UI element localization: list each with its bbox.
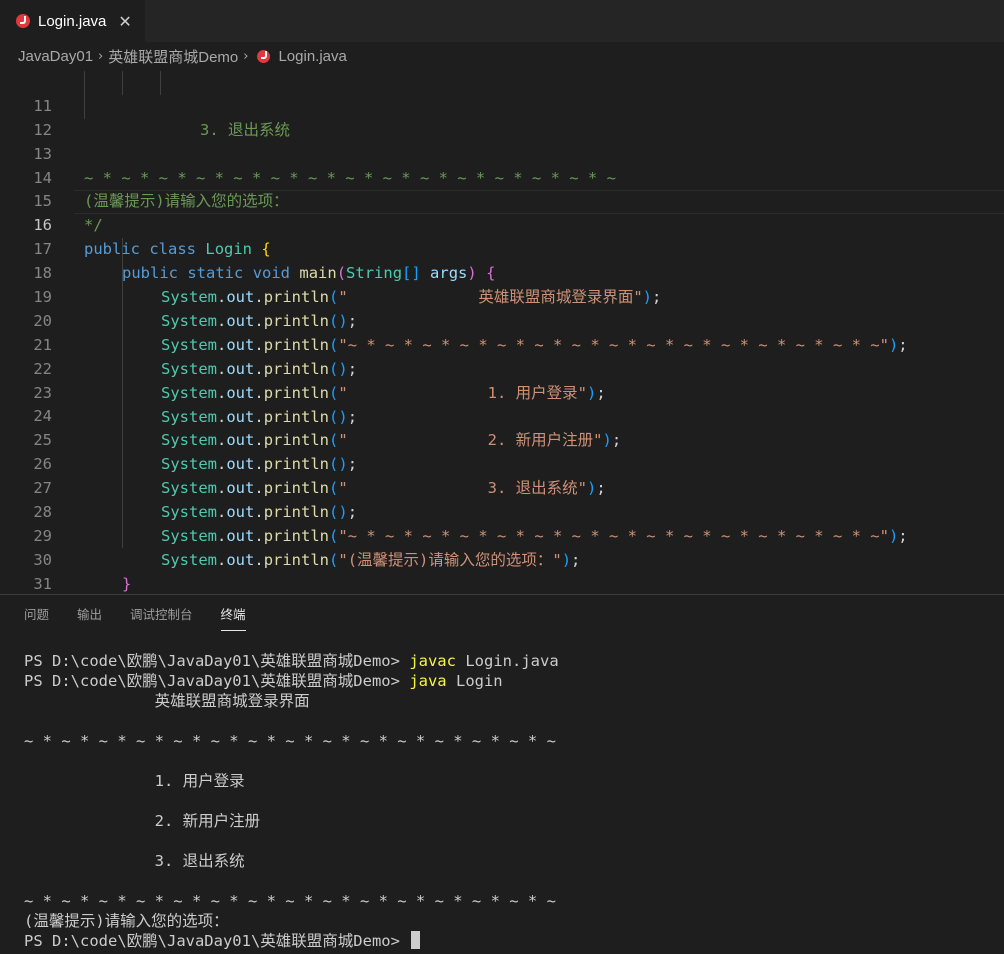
terminal-output-option: 1. 用户登录: [24, 772, 245, 790]
terminal-cursor: [411, 931, 421, 949]
terminal-blank: [24, 751, 559, 771]
code-line: 25 System.out.println();: [0, 405, 1004, 473]
code-line: 21 System.out.println();: [0, 310, 1004, 378]
terminal-line: PS D:\code\欧鹏\JavaDay01\英雄联盟商城Demo> java…: [24, 652, 559, 670]
java-file-icon: [257, 49, 271, 63]
code-line: 30 }: [0, 525, 1004, 593]
tab-label: Login.java: [38, 12, 107, 30]
code-line: 18 System.out.println(" 英雄联盟商城登录界面");: [0, 238, 1004, 306]
editor-tab-bar: Login.java ✕: [0, 0, 1004, 42]
code-line: 12: [0, 95, 1004, 139]
breadcrumb-item-javaday01[interactable]: JavaDay01: [18, 48, 93, 65]
chevron-right-icon: ›: [98, 48, 104, 64]
code-line: 13 ~ * ~ * ~ * ~ * ~ * ~ * ~ * ~ * ~ * ~…: [0, 119, 1004, 187]
code-line: 15 */: [0, 167, 1004, 234]
code-line: 27 System.out.println();: [0, 453, 1004, 521]
tab-login-java[interactable]: Login.java ✕: [0, 0, 145, 42]
code-line: 19 System.out.println();: [0, 262, 1004, 330]
code-line: 28 System.out.println("~ * ~ * ~ * ~ * ~…: [0, 477, 1004, 545]
code-line: 14 (温馨提示)请输入您的选项：: [0, 143, 1004, 211]
code-line: 22 System.out.println(" 1. 用户登录");: [0, 334, 1004, 402]
code-line: 24 System.out.println(" 2. 新用户注册");: [0, 382, 1004, 449]
terminal-blank: [24, 871, 559, 891]
close-icon[interactable]: ✕: [118, 12, 131, 31]
code-editor[interactable]: 11 3. 退出系统 12 13 ~ * ~ * ~ * ~ * ~ * ~ *…: [0, 71, 1004, 617]
tab-problems[interactable]: 问题: [24, 600, 49, 627]
terminal-blank: [24, 831, 559, 851]
terminal-line: PS D:\code\欧鹏\JavaDay01\英雄联盟商城Demo> java…: [24, 672, 503, 690]
terminal-output-separator: ~ * ~ * ~ * ~ * ~ * ~ * ~ * ~ * ~ * ~ * …: [24, 732, 556, 750]
terminal-output-option: 3. 退出系统: [24, 852, 245, 870]
terminal-blank: [24, 711, 559, 731]
breadcrumb: JavaDay01 › 英雄联盟商城Demo › Login.java: [0, 42, 1004, 70]
terminal[interactable]: PS D:\code\欧鹏\JavaDay01\英雄联盟商城Demo> java…: [24, 651, 559, 951]
code-line: 31 }: [0, 549, 1004, 617]
code-line-current: 16 public class Login {: [0, 190, 1004, 258]
terminal-blank: [24, 791, 559, 811]
tab-terminal[interactable]: 终端: [220, 600, 246, 631]
code-line: 20 System.out.println("~ * ~ * ~ * ~ * ~…: [0, 286, 1004, 354]
terminal-output-separator: ~ * ~ * ~ * ~ * ~ * ~ * ~ * ~ * ~ * ~ * …: [24, 892, 556, 910]
code-line: 29 System.out.println("(温馨提示)请输入您的选项：");: [0, 501, 1004, 569]
breadcrumb-item-file[interactable]: Login.java: [278, 48, 346, 65]
terminal-output-title: 英雄联盟商城登录界面: [24, 692, 310, 710]
terminal-prompt-line: PS D:\code\欧鹏\JavaDay01\英雄联盟商城Demo>: [24, 931, 559, 951]
tab-debug-console[interactable]: 调试控制台: [130, 600, 193, 627]
code-line: 11 3. 退出系统: [0, 71, 1004, 139]
panel-tabs: 问题 输出 调试控制台 终端: [24, 595, 274, 631]
java-file-icon: [16, 14, 30, 28]
terminal-output-option: 2. 新用户注册: [24, 812, 261, 830]
code-line: 26 System.out.println(" 3. 退出系统");: [0, 429, 1004, 497]
bottom-panel: 问题 输出 调试控制台 终端 PS D:\code\欧鹏\JavaDay01\英…: [0, 594, 1004, 954]
chevron-right-icon: ›: [243, 48, 249, 64]
breadcrumb-item-demo-folder[interactable]: 英雄联盟商城Demo: [108, 46, 238, 67]
code-line: 23 System.out.println();: [0, 358, 1004, 426]
terminal-output-hint: (温馨提示)请输入您的选项：: [24, 912, 229, 930]
code-line: 17 public static void main(String[] args…: [0, 214, 1004, 282]
tab-output[interactable]: 输出: [77, 600, 102, 627]
